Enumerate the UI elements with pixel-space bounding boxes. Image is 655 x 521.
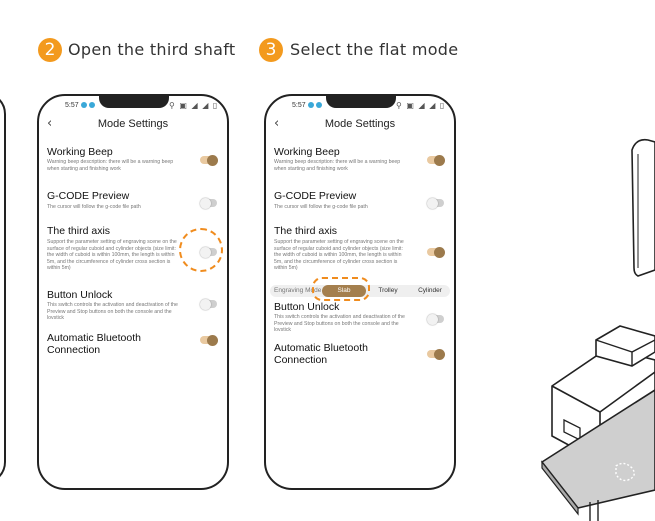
auto-bluetooth-toggle[interactable] [427, 348, 445, 360]
status-icons: ⚲ ▣ ◢ ◢ ▯ [396, 101, 446, 110]
gcode-preview-toggle[interactable] [427, 197, 444, 209]
engraver-machine-illustration [540, 138, 655, 521]
button-unlock-desc: This switch controls the activation and … [47, 302, 178, 321]
auto-bluetooth-title-1: Automatic Bluetooth [274, 342, 368, 354]
page-title: Mode Settings [324, 118, 396, 130]
highlight-third-axis-toggle [179, 228, 223, 272]
auto-bluetooth-title-2: Connection [274, 354, 328, 366]
status-time: 5:57 [65, 102, 95, 109]
highlight-slab-option [312, 277, 370, 301]
step-3-badge: 3 [259, 38, 283, 62]
working-beep-toggle[interactable] [200, 154, 218, 166]
button-unlock-desc: This switch controls the activation and … [274, 314, 405, 333]
step-2-badge: 2 [38, 38, 62, 62]
gcode-preview-toggle[interactable] [200, 197, 217, 209]
third-axis-desc: Support the parameter setting of engravi… [274, 239, 404, 271]
button-unlock-toggle[interactable] [427, 313, 444, 325]
third-axis-title: The third axis [47, 225, 111, 237]
working-beep-title: Working Beep [274, 146, 340, 158]
step-3-text: Select the flat mode [290, 40, 459, 59]
third-axis-toggle[interactable] [427, 246, 445, 258]
gcode-preview-title: G-CODE Preview [274, 190, 357, 202]
gcode-preview-desc: The cursor will follow the g-code file p… [47, 204, 141, 210]
third-axis-desc: Support the parameter setting of engravi… [47, 239, 177, 271]
working-beep-toggle[interactable] [427, 154, 445, 166]
status-icons: ⚲ ▣ ◢ ◢ ▯ [169, 101, 219, 110]
gcode-preview-desc: The cursor will follow the g-code file p… [274, 204, 368, 210]
working-beep-title: Working Beep [47, 146, 113, 158]
button-unlock-title: Button Unlock [47, 289, 113, 301]
page-title: Mode Settings [97, 118, 169, 130]
auto-bluetooth-title-1: Automatic Bluetooth [47, 332, 141, 344]
phone-notch [99, 96, 169, 108]
phone-notch [326, 96, 396, 108]
auto-bluetooth-toggle[interactable] [200, 334, 218, 346]
button-unlock-title: Button Unlock [274, 301, 340, 313]
working-beep-desc: Warning beep description: there will be … [274, 159, 401, 172]
auto-bluetooth-title-2: Connection [47, 344, 101, 356]
third-axis-title: The third axis [274, 225, 338, 237]
button-unlock-toggle[interactable] [200, 298, 217, 310]
status-time: 5:57 [292, 102, 322, 109]
left-phone-edge [0, 92, 6, 484]
working-beep-desc: Warning beep description: there will be … [47, 159, 174, 172]
gcode-preview-title: G-CODE Preview [47, 190, 130, 202]
phone-1: 5:57 ⚲ ▣ ◢ ◢ ▯ ‹ Mode Settings Working B… [37, 94, 229, 490]
mode-option-cylinder[interactable]: Cylinder [410, 285, 450, 297]
time-text: 5:57 [65, 102, 79, 109]
time-text: 5:57 [292, 102, 306, 109]
step-2-text: Open the third shaft [68, 40, 236, 59]
mode-option-trolley[interactable]: Trolley [370, 285, 406, 297]
